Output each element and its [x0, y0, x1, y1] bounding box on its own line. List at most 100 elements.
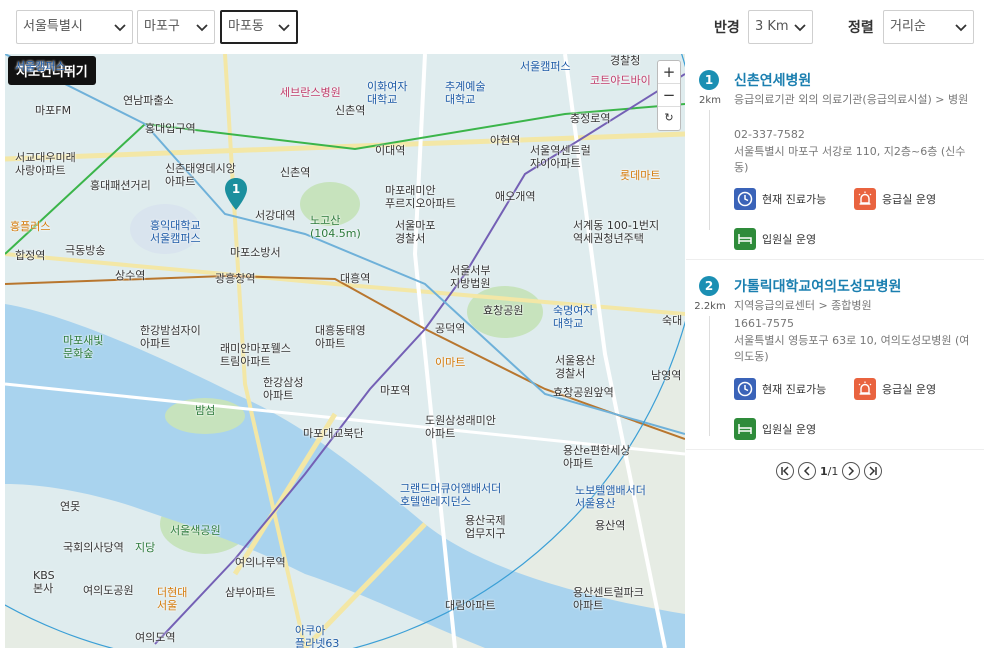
result-distance: 2km [699, 95, 721, 106]
first-page-icon[interactable] [776, 462, 794, 480]
hospital-type: 지역응급의료센터 > 종합병원 [734, 299, 872, 312]
map-place-label: 충정로역 [570, 112, 611, 125]
map-place-label: 롯데마트 [620, 169, 661, 182]
total-pages: 1 [831, 464, 839, 478]
map-place-label: 세브란스병원 [280, 86, 341, 99]
map-place-label: 서울캠퍼스 [15, 60, 66, 73]
result-item[interactable]: 1 2km 신촌연세병원 응급의료기관 외의 의료기관(응급의료시설) > 병원… [686, 54, 984, 260]
map-place-label: 여의도공원 [83, 584, 134, 597]
prev-page-icon[interactable] [798, 462, 816, 480]
map-place-label: 아쿠아 플라넷63 [295, 624, 340, 648]
map-place-label: 대흥동태영 아파트 [315, 324, 366, 350]
map-place-label: 국회의사당역 [63, 541, 124, 554]
page-indicator: 1/1 [820, 465, 838, 478]
bed-icon [734, 418, 756, 440]
map-place-label: 서울용산 경찰서 [555, 354, 596, 380]
chevron-down-icon [955, 24, 967, 32]
siren-icon [854, 188, 876, 210]
hospital-phone: 1661-7575 [734, 317, 794, 330]
map-place-label: 래미안마포웰스 트림아파트 [220, 342, 291, 368]
map-place-label: 코트야드바이 [590, 74, 651, 87]
map-place-label: 서울서부 지방법원 [450, 264, 491, 290]
map-place-label: 연못 [60, 500, 81, 513]
map-place-label: 남영역 [651, 369, 682, 382]
status-tag-inpatient: 입원실 운영 [734, 228, 816, 250]
chevron-down-icon [278, 24, 290, 32]
map-place-label: 한강삼성 아파트 [263, 376, 304, 402]
result-number-badge: 2 [699, 276, 719, 296]
hospital-name[interactable]: 가톨릭대학교여의도성모병원 [734, 276, 901, 296]
status-tag-er: 응급실 운영 [854, 378, 936, 400]
map-place-label: 합정역 [15, 249, 46, 262]
map-place-label: 광흥창역 [215, 272, 256, 285]
zoom-in-button[interactable]: + [658, 61, 680, 84]
siren-icon [854, 378, 876, 400]
clock-icon [734, 188, 756, 210]
result-distance: 2.2km [694, 301, 726, 312]
map-place-label: 그랜드머큐어앰배서더 호텔앤레지던스 [400, 482, 502, 508]
next-page-icon[interactable] [842, 462, 861, 480]
result-item[interactable]: 2 2.2km 가톨릭대학교여의도성모병원 지역응급의료센터 > 종합병원 16… [686, 260, 984, 450]
map-place-label: 경찰청 [610, 54, 641, 67]
refresh-button[interactable]: ↻ [658, 107, 680, 130]
hospital-address: 서울특별시 마포구 서강로 110, 지2층~6층 (신수동) [734, 145, 966, 174]
map-place-label: 노고산 (104.5m) [310, 214, 361, 240]
sort-label: 정렬 [848, 20, 874, 36]
hospital-address: 서울특별시 영등포구 63로 10, 여의도성모병원 (여의도동) [734, 334, 970, 363]
sort-select-value: 거리순 [890, 19, 926, 34]
city-select-value: 서울특별시 [23, 19, 83, 34]
map-place-label: 상수역 [115, 269, 146, 282]
status-tag-inpatient: 입원실 운영 [734, 418, 816, 440]
map-place-label: 도원삼성래미안 아파트 [425, 414, 496, 440]
zoom-out-button[interactable]: − [658, 84, 680, 107]
result-list: 1 2km 신촌연세병원 응급의료기관 외의 의료기관(응급의료시설) > 병원… [686, 54, 984, 648]
map-place-label: 한강밤섬자이 아파트 [140, 324, 201, 350]
map-place-label: 신촌역 [280, 166, 311, 179]
map-place-label: 서울색공원 [170, 524, 221, 537]
dong-select[interactable]: 마포동 [220, 10, 298, 44]
map-place-label: 지당 [135, 541, 156, 554]
status-tag-available: 현재 진료가능 [734, 378, 826, 400]
map-place-label: 홍익대학교 서울캠퍼스 [150, 219, 201, 245]
map-place-label: 대림아파트 [445, 599, 496, 612]
map-place-label: 이마트 [435, 356, 466, 369]
sort-select[interactable]: 거리순 [883, 10, 974, 44]
map-place-label: 이화여자 대학교 [367, 80, 408, 106]
filter-bar: 서울특별시 마포구 마포동 반경 3 Km 정렬 거리순 [0, 0, 984, 54]
map-place-label: 서울역센트럴 자이아파트 [530, 144, 591, 170]
map-place-label: 홍플러스 [10, 220, 51, 233]
map-place-label: 마포래미안 푸르지오아파트 [385, 184, 456, 210]
result-number-badge: 1 [699, 70, 719, 90]
status-tag-label: 현재 진료가능 [762, 383, 827, 396]
map-place-label: KBS 본사 [33, 569, 55, 595]
radius-select-value: 3 Km [755, 19, 789, 34]
status-tag-label: 응급실 운영 [882, 193, 937, 206]
map-view[interactable]: 지도건너뛰기 + − ↻ 1 마포FM 연남파출소 홍대입구역 서교대우미래 사랑아파트… [5, 54, 685, 648]
map-place-label: 연남파출소 [123, 94, 174, 107]
city-select[interactable]: 서울특별시 [16, 10, 133, 44]
map-place-label: 효창공원앞역 [553, 386, 614, 399]
map-place-label: 노보텔앰배서더 서울용산 [575, 484, 646, 510]
map-place-label: 서계동 100-1번지 역세권청년주택 [573, 219, 660, 245]
map-place-label: 홍대입구역 [145, 122, 196, 135]
map-place-label: 마포역 [380, 384, 411, 397]
district-select[interactable]: 마포구 [137, 10, 215, 44]
map-place-label: 서울캠퍼스 [520, 60, 571, 73]
bed-icon [734, 228, 756, 250]
radius-select[interactable]: 3 Km [748, 10, 813, 44]
map-place-label: 숙대 [662, 314, 683, 327]
map-place-label: 추계예술 대학교 [445, 80, 486, 106]
map-place-label: 아현역 [490, 134, 521, 147]
map-place-label: 서울마포 경찰서 [395, 219, 436, 245]
status-tag-label: 현재 진료가능 [762, 193, 827, 206]
current-page: 1 [820, 464, 828, 478]
last-page-icon[interactable] [864, 462, 883, 480]
clock-icon [734, 378, 756, 400]
status-tag-er: 응급실 운영 [854, 188, 936, 210]
district-select-value: 마포구 [144, 19, 180, 34]
map-place-label: 마포FM [35, 104, 72, 117]
map-place-label: 공덕역 [435, 322, 466, 335]
status-tag-available: 현재 진료가능 [734, 188, 826, 210]
hospital-name[interactable]: 신촌연세병원 [734, 70, 811, 90]
status-tag-label: 입원실 운영 [762, 233, 817, 246]
